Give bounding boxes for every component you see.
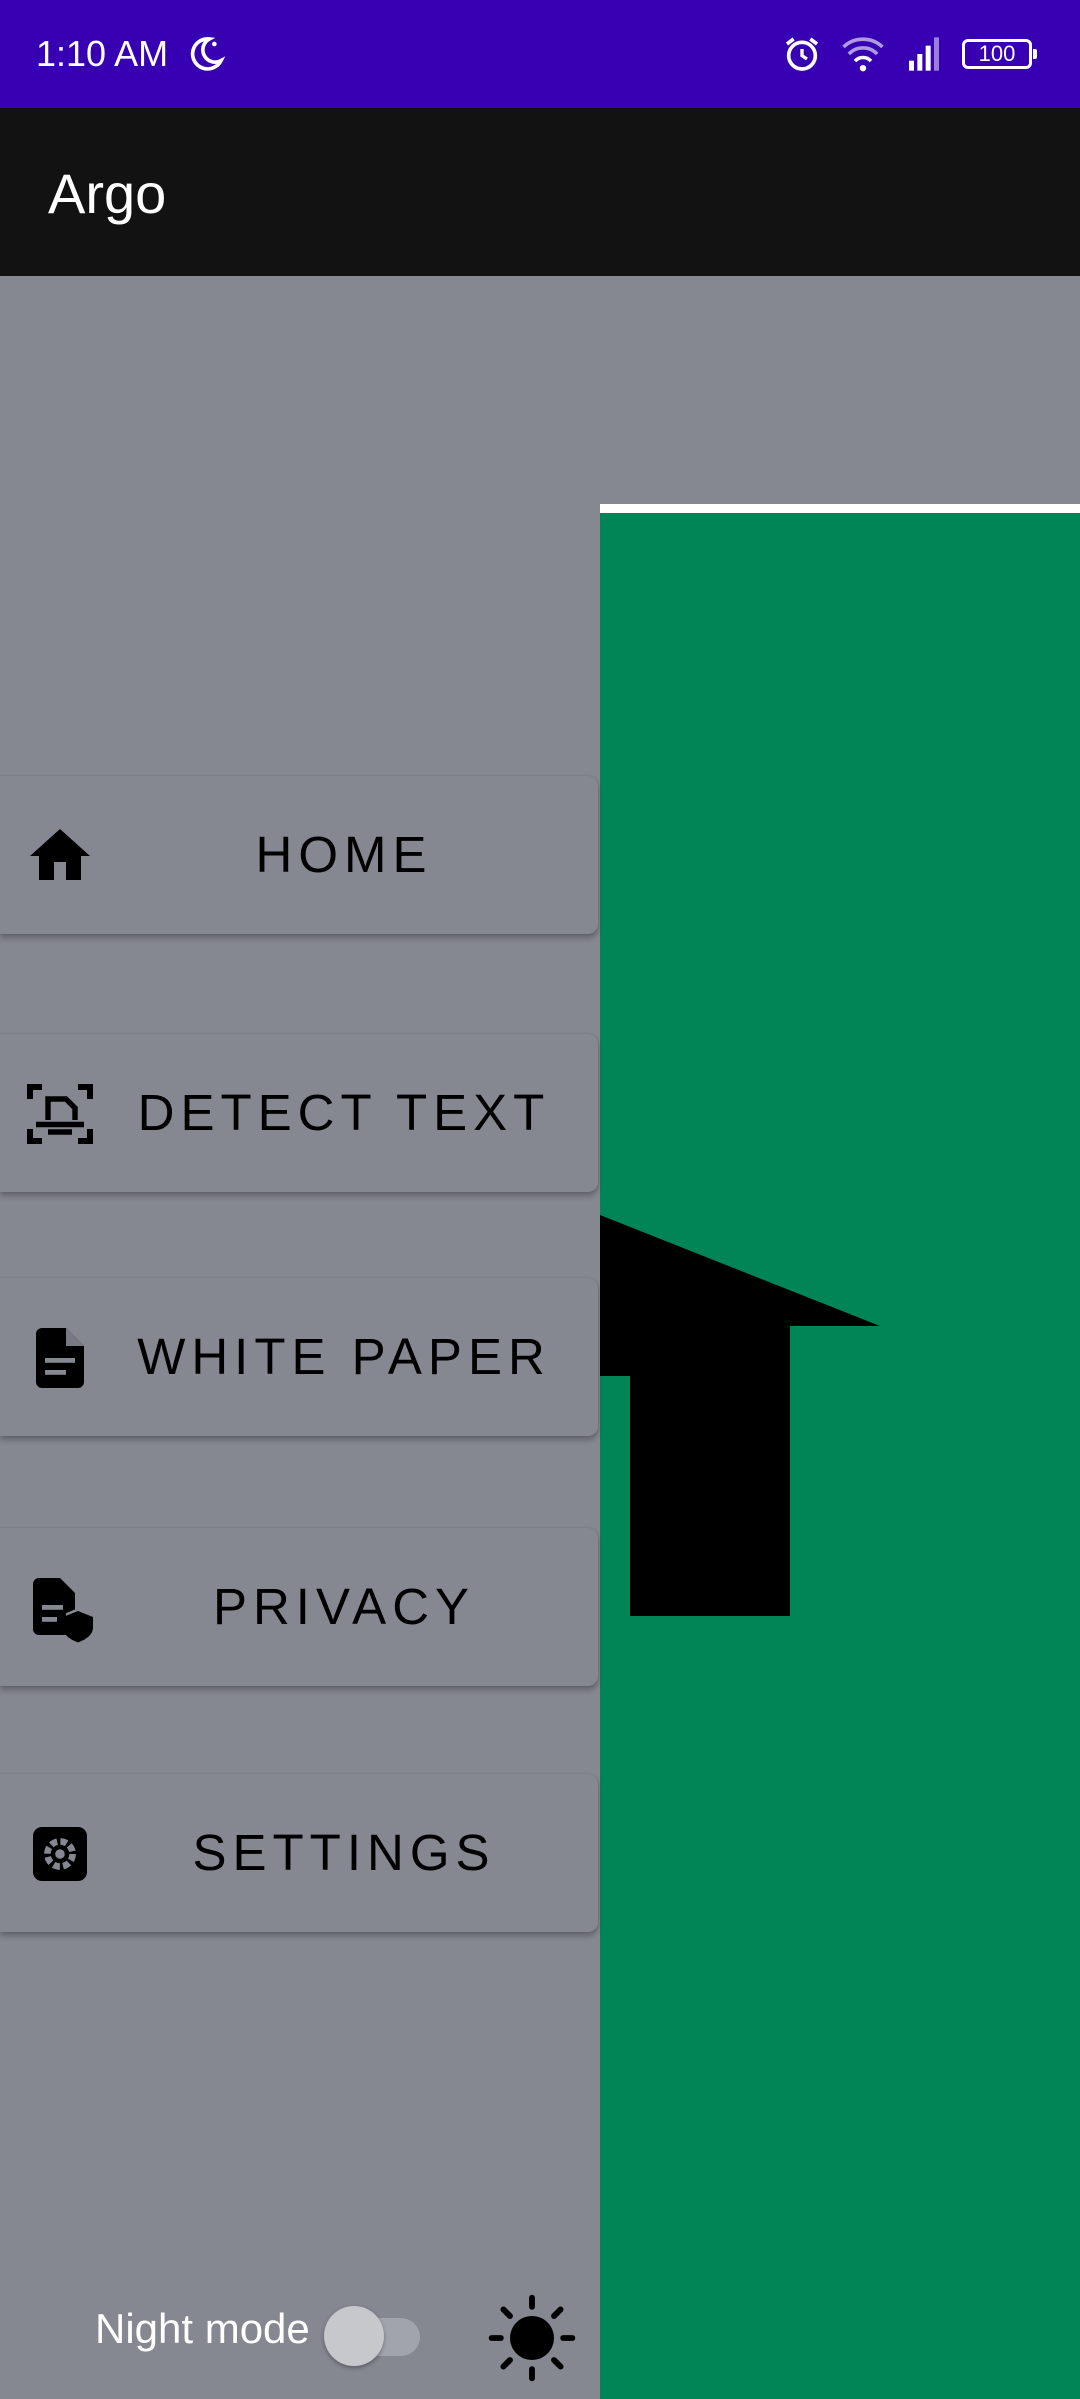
drawer-item-label: HOME — [255, 826, 433, 883]
drawer-item-label: DETECT TEXT — [137, 1084, 551, 1141]
drawer-item-white-paper[interactable]: WHITE PAPER — [0, 1278, 598, 1436]
app-bar: Argo — [0, 108, 1080, 276]
drawer-item-detect-text[interactable]: DETECT TEXT — [0, 1034, 598, 1192]
drawer-item-home[interactable]: HOME — [0, 776, 598, 934]
document-icon — [36, 1328, 84, 1388]
drawer-item-label: SETTINGS — [192, 1824, 496, 1881]
alarm-icon — [785, 37, 819, 71]
privacy-document-icon — [33, 1578, 93, 1643]
sun-icon — [488, 2294, 576, 2382]
settings-icon — [33, 1827, 87, 1881]
document-scanner-icon — [27, 1084, 93, 1144]
signal-icon — [909, 37, 939, 71]
drawer-item-settings[interactable]: SETTINGS — [0, 1774, 598, 1932]
drawer-item-label: WHITE PAPER — [137, 1328, 551, 1385]
status-icons: 100 — [782, 30, 1037, 78]
night-mode-row: Night mode — [0, 2278, 600, 2398]
home-icon — [30, 829, 90, 880]
status-bar: 1:10 AM 100 — [0, 0, 1080, 108]
drawer-item-privacy[interactable]: PRIVACY — [0, 1528, 598, 1686]
night-mode-label: Night mode — [95, 2305, 310, 2352]
moon-icon — [190, 37, 226, 71]
drawer-item-label: PRIVACY — [212, 1578, 476, 1635]
status-time: 1:10 AM — [36, 33, 169, 74]
battery-icon: 100 — [962, 39, 1037, 69]
navigation-drawer: HOME DETECT TEXT WHITE PAPER PRIVACY SET… — [0, 276, 600, 2399]
wifi-icon — [842, 37, 884, 72]
app-title: Argo — [48, 162, 167, 225]
night-mode-switch-thumb[interactable] — [324, 2306, 384, 2366]
